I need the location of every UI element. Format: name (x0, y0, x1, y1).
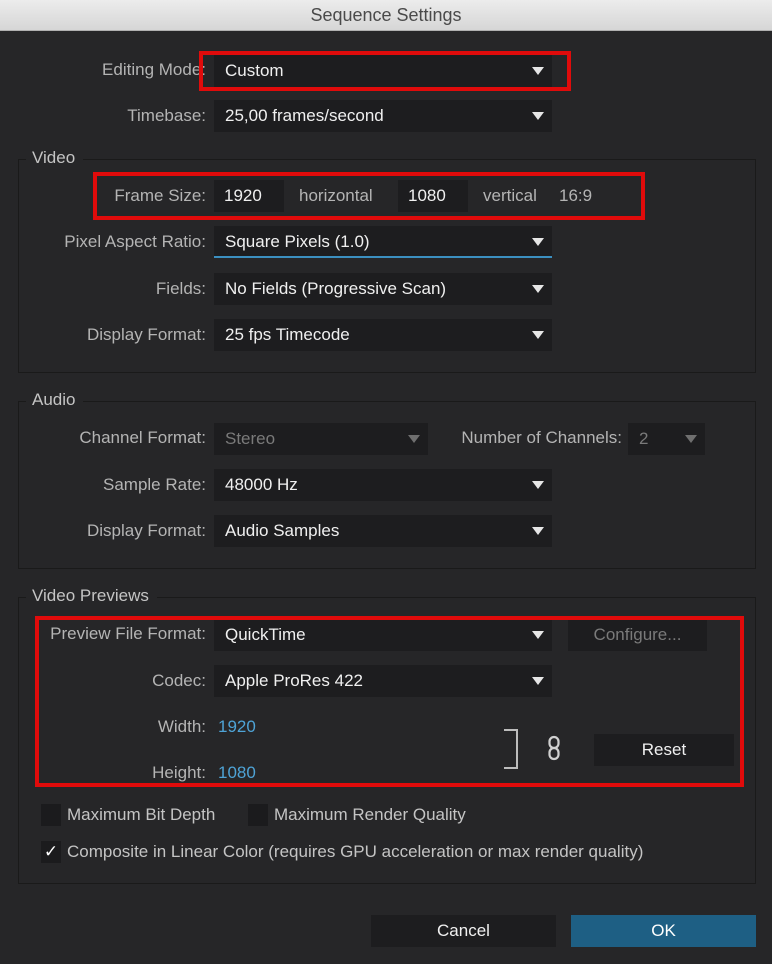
audio-display-format-dropdown[interactable]: Audio Samples (214, 515, 552, 547)
sample-rate-value: 48000 Hz (225, 475, 298, 494)
window-title-bar: Sequence Settings (0, 0, 772, 31)
fields-dropdown[interactable]: No Fields (Progressive Scan) (214, 273, 552, 305)
highlight-frame-size (93, 172, 645, 220)
max-render-quality-label[interactable]: Maximum Render Quality (274, 805, 466, 825)
chevron-down-icon (408, 435, 420, 443)
checkmark-icon: ✓ (43, 842, 59, 861)
highlight-editing-mode (199, 51, 571, 91)
number-of-channels-value: 2 (639, 429, 649, 448)
chevron-down-icon (532, 527, 544, 535)
video-display-format-value: 25 fps Timecode (225, 325, 350, 344)
window-title: Sequence Settings (310, 5, 462, 25)
sample-rate-label: Sample Rate: (103, 475, 206, 494)
channel-format-dropdown[interactable]: Stereo (214, 423, 428, 455)
chevron-down-icon (532, 481, 544, 489)
editing-mode-label: Editing Mode: (102, 60, 206, 79)
max-render-quality-checkbox[interactable] (248, 804, 268, 826)
ok-button[interactable]: OK (571, 915, 756, 947)
pixel-aspect-ratio-label: Pixel Aspect Ratio: (64, 232, 206, 251)
channel-format-value: Stereo (225, 429, 276, 448)
pixel-aspect-ratio-dropdown[interactable]: Square Pixels (1.0) (214, 226, 552, 258)
chevron-down-icon (685, 435, 697, 443)
timebase-label: Timebase: (127, 106, 206, 125)
linear-color-checkbox[interactable]: ✓ (41, 841, 61, 863)
max-bit-depth-label[interactable]: Maximum Bit Depth (67, 805, 215, 825)
linear-color-label[interactable]: Composite in Linear Color (requires GPU … (67, 842, 643, 862)
timebase-value: 25,00 frames/second (225, 106, 384, 125)
video-display-format-dropdown[interactable]: 25 fps Timecode (214, 319, 552, 351)
video-display-format-label: Display Format: (86, 325, 206, 344)
max-bit-depth-checkbox[interactable] (41, 804, 61, 826)
video-group-title: Video (26, 148, 84, 168)
highlight-video-previews (35, 616, 744, 787)
chevron-down-icon (532, 331, 544, 339)
channel-format-label: Channel Format: (79, 428, 206, 447)
audio-display-format-value: Audio Samples (225, 521, 340, 540)
fields-label: Fields: (155, 279, 206, 298)
audio-group-title: Audio (26, 390, 84, 410)
chevron-down-icon (532, 285, 544, 293)
audio-display-format-label: Display Format: (86, 521, 206, 540)
pixel-aspect-ratio-value: Square Pixels (1.0) (225, 232, 370, 251)
number-of-channels-dropdown[interactable]: 2 (628, 423, 705, 455)
chevron-down-icon (532, 112, 544, 120)
cancel-button[interactable]: Cancel (371, 915, 556, 947)
number-of-channels-label: Number of Channels: (461, 428, 622, 447)
sample-rate-dropdown[interactable]: 48000 Hz (214, 469, 552, 501)
fields-value: No Fields (Progressive Scan) (225, 279, 447, 298)
video-previews-group-title: Video Previews (26, 586, 157, 606)
chevron-down-icon (532, 238, 544, 246)
timebase-dropdown[interactable]: 25,00 frames/second (214, 100, 552, 132)
